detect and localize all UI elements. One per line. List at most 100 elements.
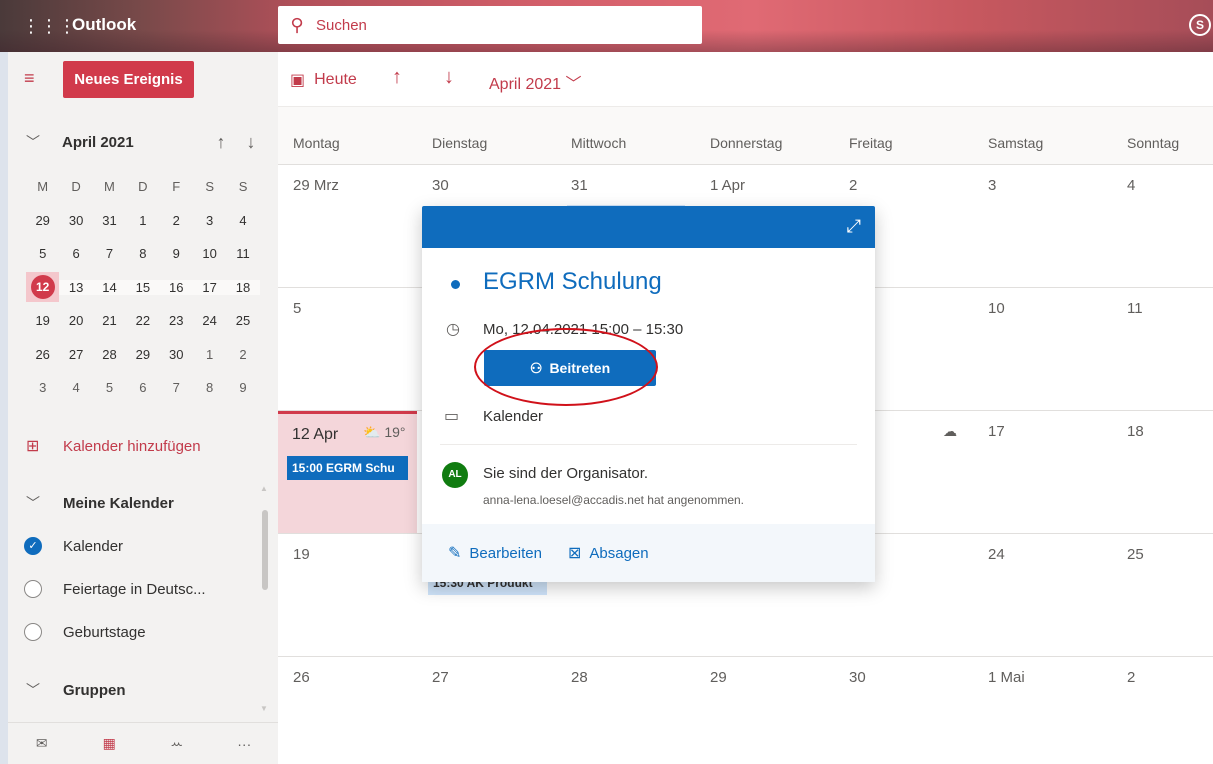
mini-day[interactable]: 13 (59, 279, 93, 295)
chevron-down-icon[interactable]: ﹀ (26, 132, 62, 152)
mini-day[interactable]: 8 (126, 246, 159, 261)
mini-day[interactable]: 3 (26, 380, 59, 395)
mini-day[interactable]: 4 (59, 380, 92, 395)
mini-weekday: M (37, 179, 49, 195)
search-input[interactable] (316, 16, 676, 34)
scroll-down-icon[interactable]: ▼ (260, 704, 268, 713)
mini-day[interactable]: 4 (226, 213, 259, 228)
next-arrow-icon[interactable]: ↓ (444, 66, 454, 89)
mail-icon[interactable]: ✉ (8, 735, 76, 752)
next-month-arrow-icon[interactable]: ↓ (236, 132, 266, 153)
chevron-down-icon: ﹀ (26, 495, 40, 511)
mini-day[interactable]: 6 (126, 380, 159, 395)
weekday-header: Samstag (988, 135, 1044, 151)
mini-day[interactable]: 2 (226, 347, 259, 362)
day-number: 17 (988, 423, 1005, 440)
mini-day[interactable]: 9 (226, 380, 259, 395)
mini-day[interactable]: 11 (226, 246, 259, 261)
mini-day[interactable]: 2 (160, 213, 193, 228)
more-icon[interactable]: ··· (211, 736, 279, 752)
mini-day-today[interactable]: 12 (26, 272, 60, 303)
cancel-event-button[interactable]: ⊠ Absagen (568, 543, 649, 563)
mini-day[interactable]: 19 (26, 313, 59, 328)
mini-day[interactable]: 5 (26, 246, 59, 261)
mini-day[interactable]: 15 (126, 279, 160, 295)
top-bar: ⋮⋮⋮ Outlook ⚲ S (0, 0, 1213, 52)
mini-day[interactable]: 7 (160, 380, 193, 395)
week-row[interactable]: 26 27 28 29 30 1 Mai 2 (278, 656, 1213, 764)
sidebar-scrollbar[interactable] (262, 510, 268, 590)
hamburger-menu-icon[interactable]: ≡ (24, 68, 35, 89)
teams-icon: ⚇ (529, 359, 543, 376)
mini-day[interactable]: 29 (126, 347, 159, 362)
mini-day[interactable]: 25 (226, 313, 259, 328)
expand-icon[interactable]: ⤢ (847, 216, 861, 237)
prev-month-arrow-icon[interactable]: ↑ (206, 132, 236, 153)
mini-day[interactable]: 8 (193, 380, 226, 395)
day-number: 4 (1127, 177, 1136, 194)
waffle-icon[interactable]: ⋮⋮⋮ (22, 14, 76, 38)
mini-day[interactable]: 1 (193, 347, 226, 362)
weekday-header-row: Montag Dienstag Mittwoch Donnerstag Frei… (278, 135, 1213, 165)
day-number: 29 (710, 669, 727, 686)
mini-day[interactable]: 29 (26, 213, 59, 228)
search-box[interactable]: ⚲ (278, 6, 702, 44)
mini-day[interactable]: 6 (59, 246, 92, 261)
event-popup: ⤢ EGRM Schulung ◷ Mo, 12.04.2021 15:00 –… (422, 206, 875, 582)
mini-day[interactable]: 1 (126, 213, 159, 228)
calendar-icon[interactable]: ▦ (76, 735, 144, 752)
scroll-up-icon[interactable]: ▲ (260, 484, 268, 493)
mini-day[interactable]: 3 (193, 213, 226, 228)
today-button[interactable]: ▣ Heute (290, 70, 357, 90)
mini-day[interactable]: 20 (59, 313, 92, 328)
radio-circle-icon[interactable] (24, 623, 42, 641)
mini-day[interactable]: 17 (192, 279, 227, 295)
weekday-header: Sonntag (1127, 135, 1180, 151)
mini-day[interactable]: 5 (93, 380, 126, 395)
event-chip-egrm[interactable]: 15:00 EGRM Schu (287, 456, 408, 480)
mini-week-row: 3 4 5 6 7 8 9 (26, 371, 260, 405)
mini-week-row: 5 6 7 8 9 10 11 (26, 237, 260, 271)
mini-day[interactable]: 27 (59, 347, 92, 362)
previous-arrow-icon[interactable]: ↑ (392, 66, 402, 89)
mini-day[interactable]: 30 (160, 347, 193, 362)
chevron-down-icon: ﹀ (565, 76, 582, 93)
mini-day[interactable]: 7 (93, 246, 126, 261)
mini-calendar-month[interactable]: April 2021 (62, 134, 206, 151)
mini-day[interactable]: 28 (93, 347, 126, 362)
new-event-button[interactable]: Neues Ereignis (63, 61, 194, 98)
mini-day[interactable]: 16 (159, 279, 193, 295)
mini-day[interactable]: 22 (126, 313, 159, 328)
mini-day[interactable]: 18 (226, 279, 260, 295)
calendar-item-holidays[interactable]: Feiertage in Deutsc... (24, 580, 206, 598)
checkmark-icon[interactable]: ✓ (24, 537, 42, 555)
mini-day[interactable]: 24 (193, 313, 226, 328)
mini-day[interactable]: 26 (26, 347, 59, 362)
calendar-item-birthdays[interactable]: Geburtstage (24, 623, 146, 641)
day-number: 30 (432, 177, 449, 194)
mini-week-row: 19 20 21 22 23 24 25 (26, 304, 260, 338)
groups-header[interactable]: ﹀ Gruppen (26, 680, 126, 700)
join-button[interactable]: ⚇ Beitreten (484, 350, 656, 386)
day-number: 27 (432, 669, 449, 686)
mini-day[interactable]: 9 (160, 246, 193, 261)
mini-day[interactable]: 23 (160, 313, 193, 328)
app-name[interactable]: Outlook (72, 15, 136, 35)
radio-circle-icon[interactable] (24, 580, 42, 598)
mini-day[interactable]: 30 (59, 213, 92, 228)
mini-day[interactable]: 21 (93, 313, 126, 328)
current-day-cell[interactable]: 12 Apr ⛅ 19° 15:00 EGRM Schu (278, 411, 417, 534)
calendar-today-icon: ▣ (290, 72, 306, 89)
my-calendars-header[interactable]: ﹀ Meine Kalender (26, 493, 174, 513)
cancel-label: Absagen (589, 544, 649, 562)
mini-day[interactable]: 14 (92, 279, 127, 295)
month-selector[interactable]: April 2021 ﹀ (489, 70, 582, 94)
calendar-item-kalender[interactable]: ✓ Kalender (24, 537, 123, 555)
skype-icon[interactable]: S (1189, 14, 1211, 36)
people-icon[interactable]: ꕀ (143, 735, 211, 752)
mini-day[interactable]: 10 (193, 246, 226, 261)
event-time: Mo, 12.04.2021 15:00 – 15:30 (483, 321, 684, 338)
edit-button[interactable]: ✎ Bearbeiten (448, 543, 542, 563)
mini-day[interactable]: 31 (93, 213, 126, 228)
add-calendar-link[interactable]: ⊞ Kalender hinzufügen (26, 436, 201, 456)
